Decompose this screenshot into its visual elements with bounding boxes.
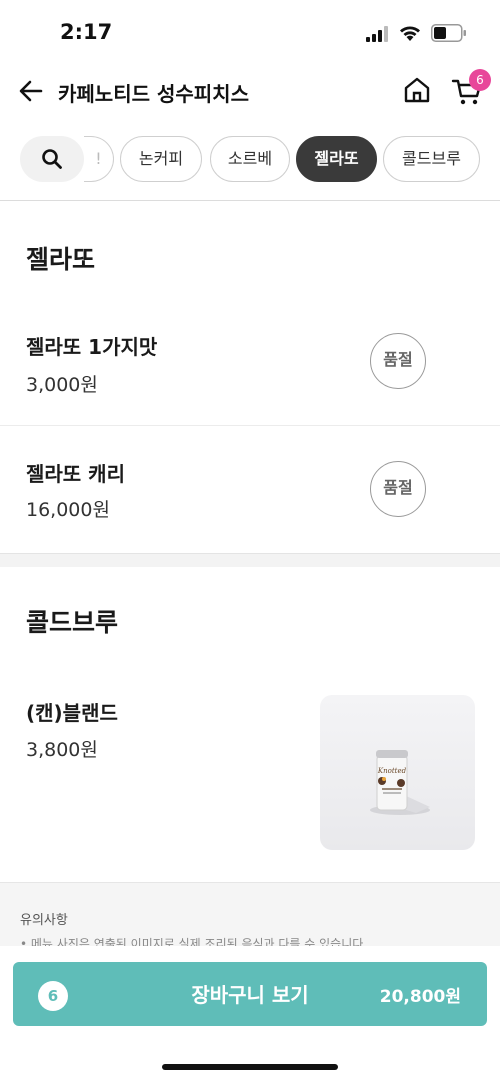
header-divider <box>0 200 500 201</box>
store-title: 카페노티드 성수피치스 <box>58 82 249 106</box>
home-indicator[interactable] <box>162 1064 338 1070</box>
item-price: 3,000원 <box>26 374 98 396</box>
can-image: Knotted <box>370 750 430 815</box>
home-icon[interactable] <box>402 75 432 105</box>
menu-item[interactable]: 젤라또 캐리 16,000원 품절 <box>0 426 500 552</box>
soldout-badge: 품절 <box>370 333 426 389</box>
search-button[interactable] <box>20 136 84 182</box>
item-price: 16,000원 <box>26 499 110 521</box>
category-chip-noncoffee[interactable]: 논커피 <box>120 136 202 182</box>
category-chip-coldbrew[interactable]: 콜드브루 <box>383 136 480 182</box>
svg-text:Knotted: Knotted <box>377 767 407 775</box>
wifi-icon <box>400 26 420 41</box>
section-title-gelato: 젤라또 <box>26 245 96 274</box>
category-chip-gelato[interactable]: 젤라또 <box>296 136 377 182</box>
back-arrow-icon[interactable] <box>16 76 46 106</box>
section-gap <box>0 553 500 567</box>
status-time: 2:17 <box>60 20 113 44</box>
category-chip-partial[interactable]: ! <box>84 136 114 182</box>
menu-item[interactable]: 젤라또 1가지맛 3,000원 품절 <box>0 300 500 424</box>
cellular-signal-icon <box>366 26 388 42</box>
soldout-badge: 품절 <box>370 461 426 517</box>
view-cart-button[interactable]: 6 장바구니 보기 20,800원 <box>13 962 487 1026</box>
search-icon <box>42 149 62 169</box>
notice-section: 유의사항 • 메뉴 사진은 연출된 이미지로 실제 조리된 음식과 다를 수 있… <box>0 882 500 952</box>
item-name: (캔)블랜드 <box>26 701 118 725</box>
category-bar: ! 논커피 소르베 젤라또 콜드브루 <box>0 132 500 186</box>
cart-count-badge: 6 <box>469 69 491 91</box>
category-chip-sorbet[interactable]: 소르베 <box>210 136 290 182</box>
status-bar: 2:17 <box>0 0 500 62</box>
battery-icon <box>431 24 466 42</box>
cart-total: 20,800원 <box>379 987 461 1007</box>
product-image[interactable]: Knotted <box>320 695 475 850</box>
item-name: 젤라또 캐리 <box>26 462 125 486</box>
section-title-coldbrew: 콜드브루 <box>26 608 119 637</box>
app-header: 카페노티드 성수피치스 <box>0 62 500 120</box>
notice-title: 유의사항 <box>20 913 68 928</box>
item-name: 젤라또 1가지맛 <box>26 335 158 359</box>
item-price: 3,800원 <box>26 739 98 761</box>
bottom-bar: 6 장바구니 보기 20,800원 <box>0 946 500 1082</box>
